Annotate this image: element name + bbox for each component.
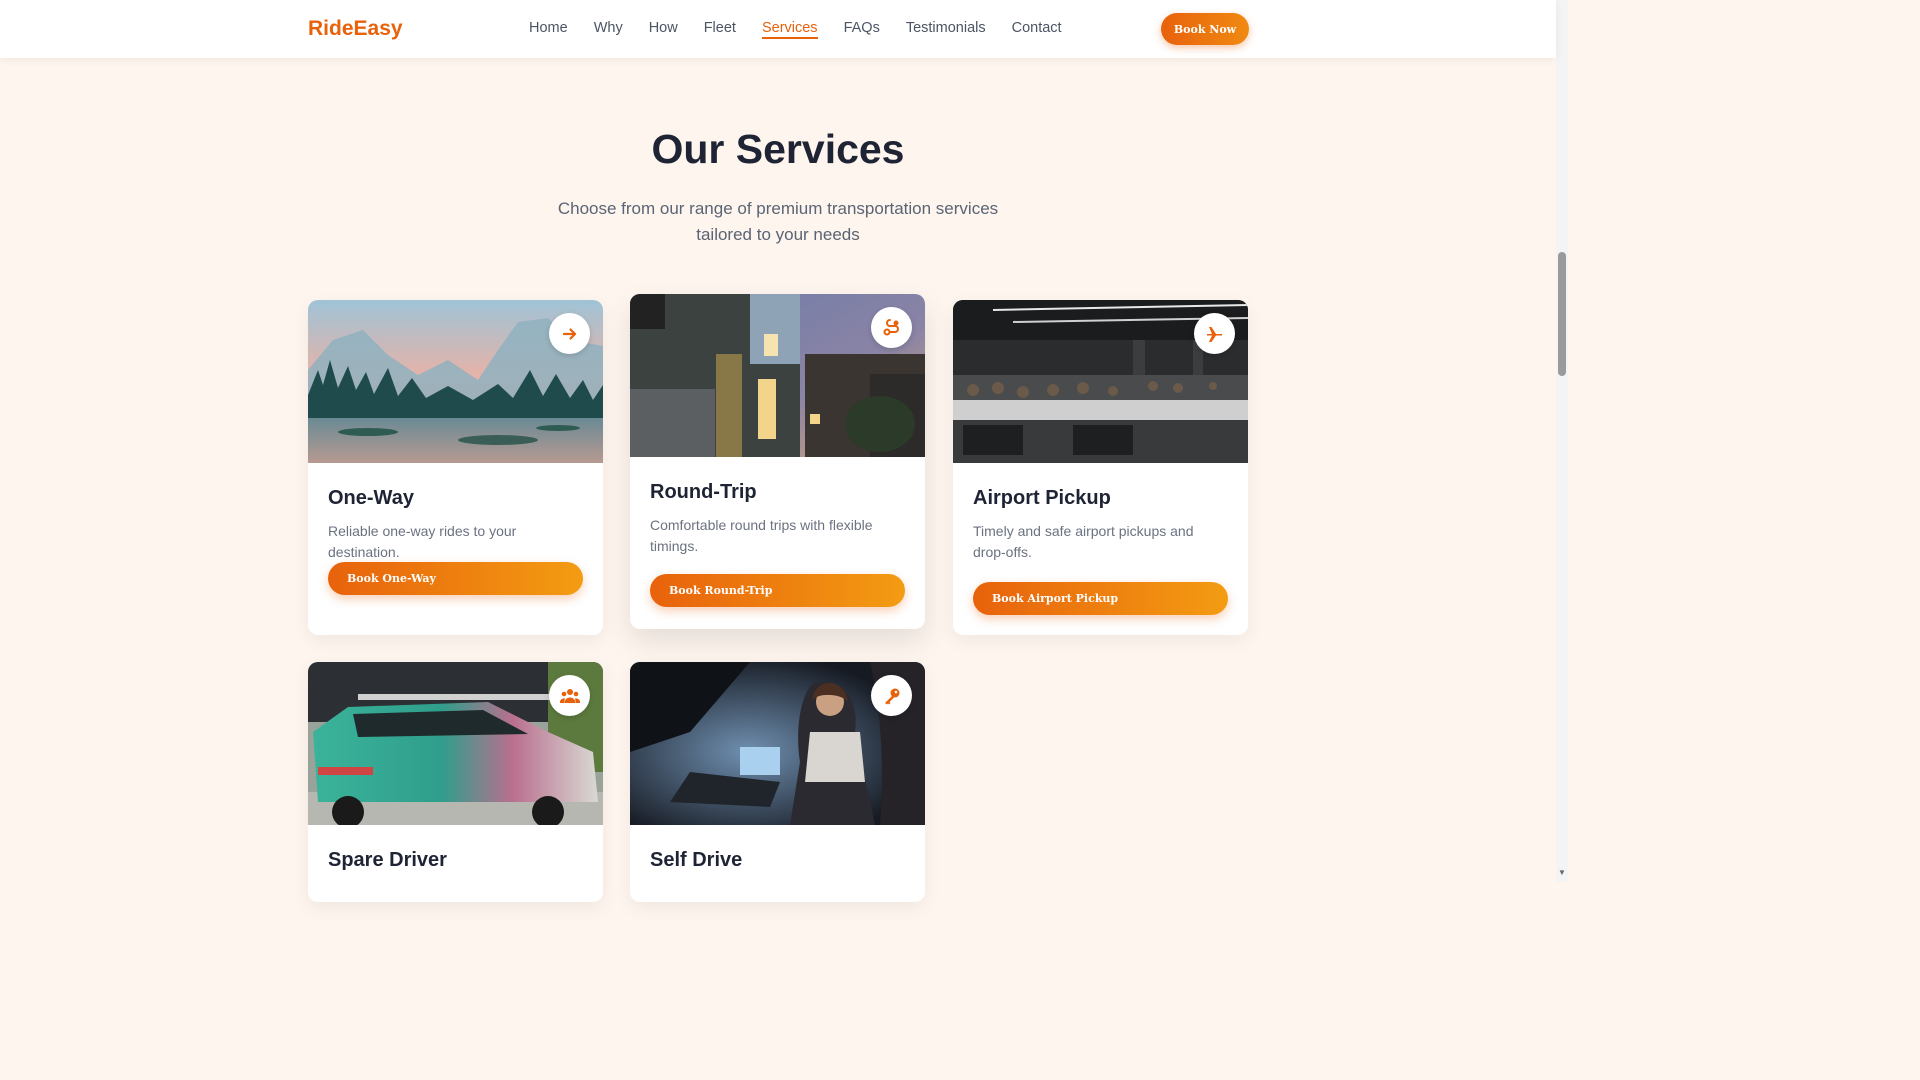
service-title: One-Way <box>328 487 414 509</box>
nav-item-how[interactable]: How <box>649 20 678 39</box>
nav-item-why[interactable]: Why <box>594 20 623 39</box>
top-navbar: RideEasy Home Why How Fleet Services FAQ… <box>0 0 1556 58</box>
scrollbar-track[interactable] <box>1556 0 1568 882</box>
service-description: Reliable one-way rides to your destinati… <box>328 523 517 560</box>
service-title: Airport Pickup <box>973 487 1111 509</box>
section-subtitle: Choose from our range of premium transpo… <box>557 199 999 244</box>
book-airport-pickup-button[interactable]: Book Airport Pickup <box>973 582 1228 615</box>
nav-item-services[interactable]: Services <box>761 20 818 39</box>
service-card-airport-pickup: Airport Pickup Timely and safe airport p… <box>953 300 1248 635</box>
service-card-spare-driver: Spare Driver <box>308 662 603 902</box>
service-description: Comfortable round trips with flexible ti… <box>650 517 873 554</box>
service-card-round-trip: Round-Trip Comfortable round trips with … <box>630 294 925 629</box>
arrow-right-icon <box>549 313 590 354</box>
service-image-one-way <box>308 300 603 463</box>
scroll-down-icon[interactable]: ▼ <box>1558 868 1566 877</box>
service-card-one-way: One-Way Reliable one-way rides to your d… <box>308 300 603 635</box>
service-title: Spare Driver <box>328 849 447 871</box>
logo[interactable]: RideEasy <box>308 17 403 41</box>
route-icon <box>871 307 912 348</box>
service-image-round-trip <box>630 294 925 457</box>
nav-item-faqs[interactable]: FAQs <box>844 20 880 39</box>
service-card-self-drive: Self Drive <box>630 662 925 902</box>
service-image-airport-pickup <box>953 300 1248 463</box>
service-description: Timely and safe airport pickups and drop… <box>973 523 1194 560</box>
book-now-button[interactable]: Book Now <box>1161 13 1249 45</box>
service-image-spare-driver <box>308 662 603 825</box>
nav-item-contact[interactable]: Contact <box>1012 20 1062 39</box>
nav-item-testimonials[interactable]: Testimonials <box>906 20 986 39</box>
nav-menu: Home Why How Fleet Services FAQs Testimo… <box>529 20 1088 39</box>
users-icon <box>549 675 590 716</box>
section-title: Our Services <box>651 126 905 172</box>
scrollbar-thumb[interactable] <box>1558 252 1566 376</box>
service-title: Self Drive <box>650 849 743 871</box>
service-image-self-drive <box>630 662 925 825</box>
nav-item-fleet[interactable]: Fleet <box>704 20 736 39</box>
book-one-way-button[interactable]: Book One-Way <box>328 562 583 595</box>
service-title: Round-Trip <box>650 481 757 503</box>
book-round-trip-button[interactable]: Book Round-Trip <box>650 574 905 607</box>
plane-icon <box>1194 313 1235 354</box>
key-icon <box>871 675 912 716</box>
nav-item-home[interactable]: Home <box>529 20 568 39</box>
